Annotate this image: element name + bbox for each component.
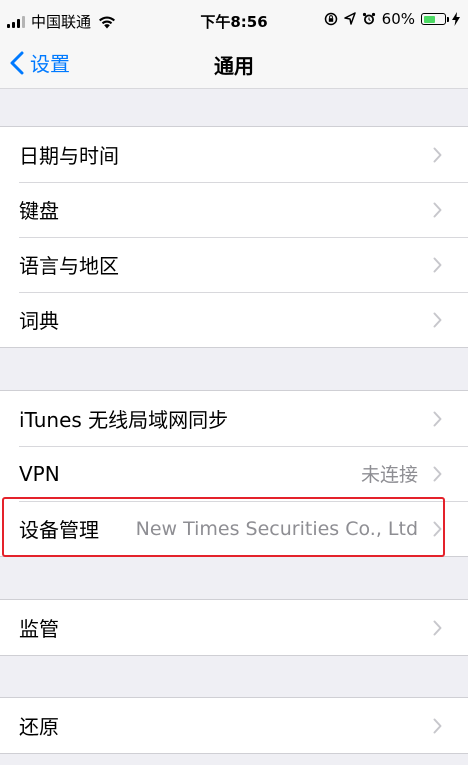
battery-icon (421, 13, 449, 25)
chevron-right-icon (433, 312, 442, 327)
alarm-icon (362, 12, 375, 25)
group-reset: 还原 (0, 697, 468, 754)
row-label: 词典 (19, 309, 59, 333)
row-language-region[interactable]: 语言与地区 (0, 237, 468, 292)
row-supervision[interactable]: 监管 (0, 600, 468, 655)
row-label: 语言与地区 (19, 254, 119, 278)
highlight-annotation (2, 497, 445, 557)
battery-percent: 60% (381, 10, 415, 28)
rotation-lock-icon (324, 12, 337, 26)
page-title: 通用 (214, 54, 254, 78)
group-supervision: 监管 (0, 599, 468, 656)
row-itunes-wifi-sync[interactable]: iTunes 无线局域网同步 (0, 391, 468, 446)
vpn-status: 未连接 (360, 464, 418, 486)
group-general-1: 日期与时间 键盘 语言与地区 词典 (0, 126, 468, 348)
chevron-right-icon (433, 147, 442, 162)
chevron-right-icon (433, 620, 442, 635)
row-label: 监管 (19, 617, 59, 641)
chevron-right-icon (433, 411, 442, 426)
row-label: VPN (19, 461, 60, 486)
row-date-time[interactable]: 日期与时间 (0, 127, 468, 182)
location-icon (343, 12, 356, 25)
chevron-right-icon (433, 718, 442, 733)
row-label: 键盘 (19, 199, 59, 223)
status-bar: 中国联通 下午8:56 60% (0, 0, 468, 40)
navigation-bar: 设置 通用 (0, 40, 468, 89)
chevron-right-icon (433, 466, 442, 481)
row-keyboard[interactable]: 键盘 (0, 182, 468, 237)
screen: 中国联通 下午8:56 60% 设置 通用 日期与时间 键盘 语言与地区 词典 … (0, 0, 468, 765)
row-label: 还原 (19, 715, 59, 739)
charging-icon (452, 12, 460, 26)
chevron-right-icon (433, 202, 442, 217)
row-label: 日期与时间 (19, 144, 119, 168)
row-label: iTunes 无线局域网同步 (19, 408, 229, 432)
row-reset[interactable]: 还原 (0, 698, 468, 753)
row-vpn[interactable]: VPN 未连接 (0, 446, 468, 501)
row-dictionary[interactable]: 词典 (0, 292, 468, 347)
chevron-right-icon (433, 257, 442, 272)
